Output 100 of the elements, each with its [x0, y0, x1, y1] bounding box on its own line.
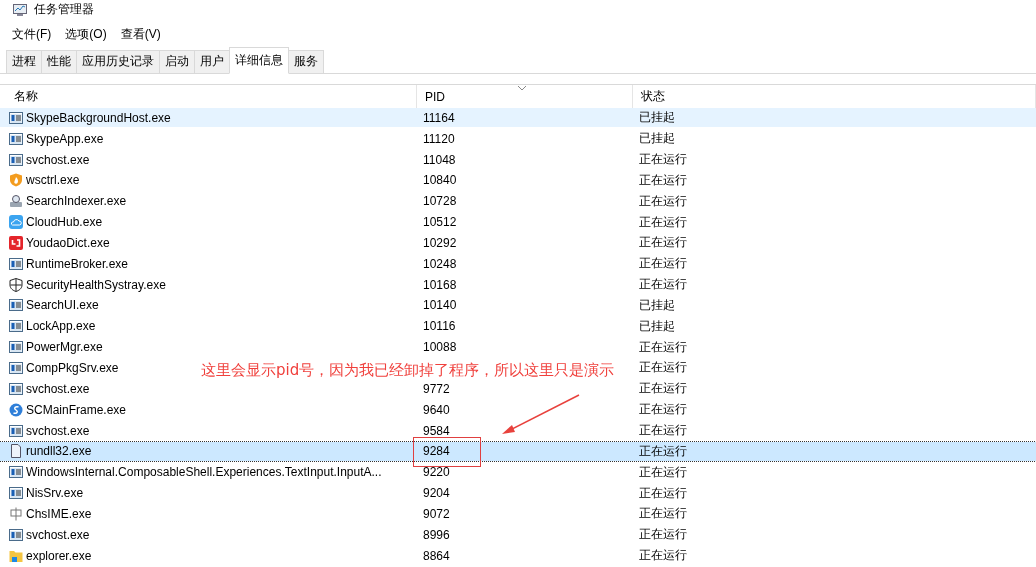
pid-cell: 8864 [423, 548, 450, 563]
status-cell: 正在运行 [639, 234, 687, 252]
window-icon [9, 465, 23, 480]
tab[interactable]: 应用历史记录 [76, 49, 160, 73]
pid-cell: 9220 [423, 465, 450, 480]
pid-cell: 10512 [423, 215, 457, 230]
process-name: SearchUI.exe [26, 298, 99, 313]
process-name: LockApp.exe [26, 319, 96, 334]
window-icon [9, 256, 23, 271]
pid-cell: 10728 [423, 194, 457, 209]
window-icon [9, 527, 23, 542]
menu-item[interactable]: 文件(F) [12, 26, 52, 44]
pid-cell: 9584 [423, 423, 450, 438]
process-name: SkypeBackgroundHost.exe [26, 110, 171, 125]
process-name: PowerMgr.exe [26, 340, 103, 355]
pid-cell: 11048 [423, 152, 456, 167]
status-cell: 正在运行 [639, 276, 687, 294]
tab[interactable]: 用户 [194, 49, 230, 73]
process-name: ChsIME.exe [26, 506, 92, 521]
status-cell: 正在运行 [639, 213, 687, 231]
status-cell: 正在运行 [639, 547, 687, 565]
process-name: wsctrl.exe [26, 173, 80, 188]
process-name: SecurityHealthSystray.exe [26, 277, 166, 292]
shield-icon [9, 277, 23, 292]
process-name: svchost.exe [26, 152, 90, 167]
process-name: svchost.exe [26, 527, 90, 542]
tab[interactable]: 启动 [159, 49, 195, 73]
status-cell: 正在运行 [639, 442, 687, 460]
annotation-note: 这里会显示pid号，因为我已经卸掉了程序，所以这里只是演示 [201, 361, 615, 380]
pid-cell: 10088 [423, 340, 457, 355]
pid-cell: 9204 [423, 486, 450, 501]
status-cell: 正在运行 [639, 192, 687, 210]
highlight-frame [413, 437, 481, 467]
cloud-icon [9, 215, 23, 230]
keyboard-symbol-icon [9, 506, 23, 521]
process-name: NisSrv.exe [26, 486, 84, 501]
status-cell: 已挂起 [639, 296, 675, 314]
process-name: SearchIndexer.exe [26, 194, 127, 209]
window-icon [9, 423, 23, 438]
menu-item[interactable]: 查看(V) [120, 26, 161, 44]
status-cell: 正在运行 [639, 380, 687, 398]
window-icon [9, 298, 23, 313]
process-name: CloudHub.exe [26, 215, 103, 230]
process-name: RuntimeBroker.exe [26, 256, 129, 271]
process-name: SkypeApp.exe [26, 131, 104, 146]
swirl-icon [9, 402, 23, 417]
status-cell: 正在运行 [639, 255, 687, 273]
status-cell: 正在运行 [639, 151, 687, 169]
status-cell: 正在运行 [639, 422, 687, 439]
status-cell: 正在运行 [639, 338, 687, 356]
pid-cell: 10248 [423, 256, 457, 271]
pid-cell: 10168 [423, 277, 457, 292]
window-title: 任务管理器 [34, 1, 94, 19]
status-cell: 正在运行 [639, 171, 687, 189]
window-icon [9, 131, 23, 146]
menu-item[interactable]: 选项(O) [65, 26, 107, 44]
window-icon [9, 381, 23, 396]
process-name: WindowsInternal.ComposableShell.Experiences.TextInput.InputA... [26, 465, 382, 480]
window-icon [9, 340, 23, 355]
flame-shield-icon [9, 173, 23, 188]
status-cell: 已挂起 [639, 109, 675, 127]
pid-cell: 9284 [423, 444, 450, 459]
window-icon [9, 486, 23, 501]
status-cell: 正在运行 [639, 526, 687, 544]
process-name: svchost.exe [26, 381, 90, 396]
status-cell: 正在运行 [639, 505, 687, 523]
process-row[interactable]: rundll32.exe 9284 正在运行 [0, 441, 1036, 461]
status-cell: 正在运行 [639, 463, 687, 481]
pid-cell: 8996 [423, 527, 450, 542]
status-cell: 正在运行 [639, 359, 687, 377]
status-cell: 正在运行 [639, 401, 687, 419]
status-cell: 已挂起 [639, 130, 675, 148]
pid-cell: 9772 [423, 381, 450, 396]
pid-cell: 11120 [423, 131, 455, 146]
status-cell: 已挂起 [639, 317, 675, 335]
tab[interactable]: 进程 [6, 49, 42, 73]
process-name: SCMainFrame.exe [26, 402, 127, 417]
tab[interactable]: 性能 [41, 49, 77, 73]
pid-cell: 9640 [423, 402, 450, 417]
pid-cell: 10116 [423, 319, 456, 334]
folder-icon [9, 548, 23, 563]
window-icon [9, 360, 23, 375]
process-name: svchost.exe [26, 423, 90, 438]
process-name: rundll32.exe [26, 444, 92, 459]
status-cell: 正在运行 [639, 484, 687, 502]
sort-caret-icon [517, 84, 527, 91]
pid-cell: 10292 [423, 235, 457, 250]
tab[interactable]: 服务 [288, 49, 324, 73]
window-icon [9, 152, 23, 167]
pid-cell: 10840 [423, 173, 457, 188]
window-icon [9, 319, 23, 334]
tab[interactable]: 详细信息 [229, 46, 289, 74]
pid-cell: 9072 [423, 506, 450, 521]
process-name: YoudaoDict.exe [26, 235, 110, 250]
window-icon [9, 110, 23, 125]
monitor-chart-icon [12, 2, 28, 17]
pid-cell: 10140 [423, 298, 457, 313]
process-row[interactable]: SkypeBackgroundHost.exe 11164 已挂起 [0, 108, 1036, 128]
pid-cell: 11164 [423, 110, 455, 125]
process-name: explorer.exe [26, 548, 92, 563]
